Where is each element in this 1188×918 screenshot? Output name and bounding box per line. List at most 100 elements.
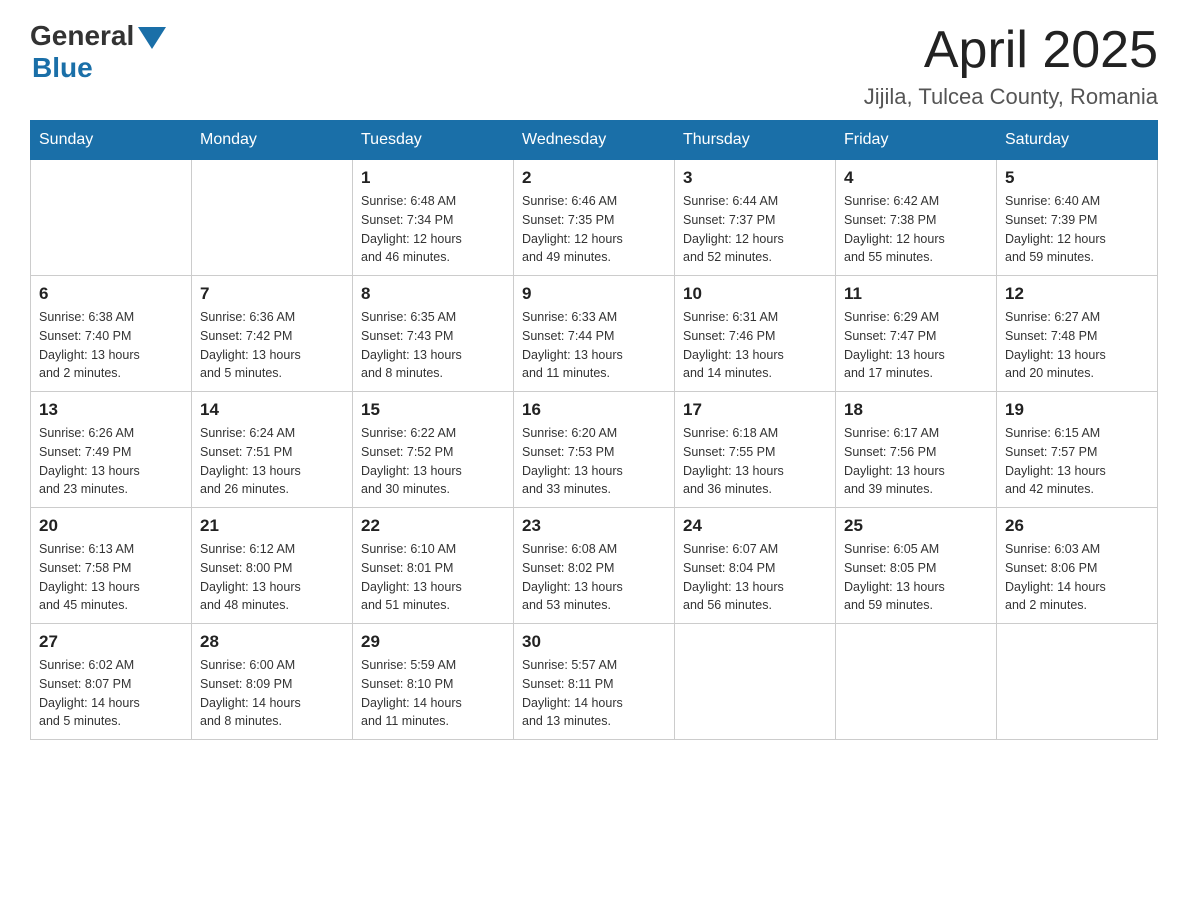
day-number: 6 [39, 284, 183, 304]
calendar-table: SundayMondayTuesdayWednesdayThursdayFrid… [30, 120, 1158, 740]
day-number: 3 [683, 168, 827, 188]
calendar-cell: 6 Sunrise: 6:38 AMSunset: 7:40 PMDaylight… [31, 276, 192, 392]
logo-blue-text: Blue [32, 52, 93, 84]
day-number: 10 [683, 284, 827, 304]
day-number: 8 [361, 284, 505, 304]
calendar-week-row: 20 Sunrise: 6:13 AMSunset: 7:58 PMDayligh… [31, 508, 1158, 624]
weekday-header-row: SundayMondayTuesdayWednesdayThursdayFrid… [31, 121, 1158, 160]
weekday-header-saturday: Saturday [997, 121, 1158, 160]
day-info: Sunrise: 5:57 AMSunset: 8:11 PMDaylight:… [522, 656, 666, 731]
day-number: 13 [39, 400, 183, 420]
day-number: 29 [361, 632, 505, 652]
day-number: 23 [522, 516, 666, 536]
day-number: 22 [361, 516, 505, 536]
calendar-cell: 25 Sunrise: 6:05 AMSunset: 8:05 PMDayligh… [836, 508, 997, 624]
calendar-cell: 21 Sunrise: 6:12 AMSunset: 8:00 PMDayligh… [192, 508, 353, 624]
calendar-cell: 7 Sunrise: 6:36 AMSunset: 7:42 PMDaylight… [192, 276, 353, 392]
calendar-cell: 9 Sunrise: 6:33 AMSunset: 7:44 PMDaylight… [514, 276, 675, 392]
day-info: Sunrise: 6:12 AMSunset: 8:00 PMDaylight:… [200, 540, 344, 615]
calendar-week-row: 6 Sunrise: 6:38 AMSunset: 7:40 PMDaylight… [31, 276, 1158, 392]
day-info: Sunrise: 6:00 AMSunset: 8:09 PMDaylight:… [200, 656, 344, 731]
day-number: 16 [522, 400, 666, 420]
day-info: Sunrise: 6:27 AMSunset: 7:48 PMDaylight:… [1005, 308, 1149, 383]
calendar-cell: 11 Sunrise: 6:29 AMSunset: 7:47 PMDayligh… [836, 276, 997, 392]
calendar-cell: 15Sunrise: 6:22 AMSunset: 7:52 PMDayligh… [353, 392, 514, 508]
day-info: Sunrise: 6:07 AMSunset: 8:04 PMDaylight:… [683, 540, 827, 615]
calendar-cell: 14 Sunrise: 6:24 AMSunset: 7:51 PMDayligh… [192, 392, 353, 508]
day-info: Sunrise: 6:24 AMSunset: 7:51 PMDaylight:… [200, 424, 344, 499]
weekday-header-monday: Monday [192, 121, 353, 160]
day-info: Sunrise: 6:33 AMSunset: 7:44 PMDaylight:… [522, 308, 666, 383]
calendar-cell: 24 Sunrise: 6:07 AMSunset: 8:04 PMDayligh… [675, 508, 836, 624]
day-number: 27 [39, 632, 183, 652]
day-info: Sunrise: 6:48 AMSunset: 7:34 PMDaylight:… [361, 192, 505, 267]
calendar-cell: 10 Sunrise: 6:31 AMSunset: 7:46 PMDayligh… [675, 276, 836, 392]
weekday-header-tuesday: Tuesday [353, 121, 514, 160]
day-number: 7 [200, 284, 344, 304]
day-info: Sunrise: 6:20 AMSunset: 7:53 PMDaylight:… [522, 424, 666, 499]
calendar-cell: 13 Sunrise: 6:26 AMSunset: 7:49 PMDayligh… [31, 392, 192, 508]
weekday-header-wednesday: Wednesday [514, 121, 675, 160]
day-number: 2 [522, 168, 666, 188]
calendar-cell: 29Sunrise: 5:59 AMSunset: 8:10 PMDayligh… [353, 624, 514, 740]
day-number: 28 [200, 632, 344, 652]
day-info: Sunrise: 6:10 AMSunset: 8:01 PMDaylight:… [361, 540, 505, 615]
logo-arrow-icon [138, 27, 166, 49]
day-number: 26 [1005, 516, 1149, 536]
day-number: 12 [1005, 284, 1149, 304]
day-info: Sunrise: 6:18 AMSunset: 7:55 PMDaylight:… [683, 424, 827, 499]
calendar-cell: 19Sunrise: 6:15 AMSunset: 7:57 PMDayligh… [997, 392, 1158, 508]
day-number: 14 [200, 400, 344, 420]
day-info: Sunrise: 6:22 AMSunset: 7:52 PMDaylight:… [361, 424, 505, 499]
calendar-cell: 8 Sunrise: 6:35 AMSunset: 7:43 PMDaylight… [353, 276, 514, 392]
day-number: 24 [683, 516, 827, 536]
location-title: Jijila, Tulcea County, Romania [864, 84, 1158, 110]
calendar-cell: 4 Sunrise: 6:42 AMSunset: 7:38 PMDaylight… [836, 160, 997, 276]
calendar-cell: 22 Sunrise: 6:10 AMSunset: 8:01 PMDayligh… [353, 508, 514, 624]
day-number: 4 [844, 168, 988, 188]
calendar-cell: 1Sunrise: 6:48 AMSunset: 7:34 PMDaylight… [353, 160, 514, 276]
calendar-cell [192, 160, 353, 276]
day-number: 19 [1005, 400, 1149, 420]
day-info: Sunrise: 6:40 AMSunset: 7:39 PMDaylight:… [1005, 192, 1149, 267]
day-info: Sunrise: 6:42 AMSunset: 7:38 PMDaylight:… [844, 192, 988, 267]
title-section: April 2025 Jijila, Tulcea County, Romani… [864, 20, 1158, 110]
day-number: 5 [1005, 168, 1149, 188]
day-info: Sunrise: 6:03 AMSunset: 8:06 PMDaylight:… [1005, 540, 1149, 615]
day-number: 11 [844, 284, 988, 304]
calendar-cell: 28 Sunrise: 6:00 AMSunset: 8:09 PMDayligh… [192, 624, 353, 740]
day-info: Sunrise: 6:08 AMSunset: 8:02 PMDaylight:… [522, 540, 666, 615]
logo-general-text: General [30, 20, 134, 52]
calendar-cell: 16 Sunrise: 6:20 AMSunset: 7:53 PMDayligh… [514, 392, 675, 508]
calendar-cell: 20 Sunrise: 6:13 AMSunset: 7:58 PMDayligh… [31, 508, 192, 624]
day-info: Sunrise: 6:17 AMSunset: 7:56 PMDaylight:… [844, 424, 988, 499]
calendar-cell: 23 Sunrise: 6:08 AMSunset: 8:02 PMDayligh… [514, 508, 675, 624]
day-info: Sunrise: 6:29 AMSunset: 7:47 PMDaylight:… [844, 308, 988, 383]
day-number: 21 [200, 516, 344, 536]
day-info: Sunrise: 6:05 AMSunset: 8:05 PMDaylight:… [844, 540, 988, 615]
weekday-header-thursday: Thursday [675, 121, 836, 160]
calendar-cell: 2Sunrise: 6:46 AMSunset: 7:35 PMDaylight… [514, 160, 675, 276]
calendar-cell [836, 624, 997, 740]
month-title: April 2025 [864, 20, 1158, 80]
day-info: Sunrise: 6:35 AMSunset: 7:43 PMDaylight:… [361, 308, 505, 383]
calendar-cell: 5 Sunrise: 6:40 AMSunset: 7:39 PMDaylight… [997, 160, 1158, 276]
calendar-week-row: 13 Sunrise: 6:26 AMSunset: 7:49 PMDayligh… [31, 392, 1158, 508]
day-number: 9 [522, 284, 666, 304]
calendar-cell: 27 Sunrise: 6:02 AMSunset: 8:07 PMDayligh… [31, 624, 192, 740]
weekday-header-sunday: Sunday [31, 121, 192, 160]
day-number: 17 [683, 400, 827, 420]
day-info: Sunrise: 6:36 AMSunset: 7:42 PMDaylight:… [200, 308, 344, 383]
calendar-week-row: 27 Sunrise: 6:02 AMSunset: 8:07 PMDayligh… [31, 624, 1158, 740]
calendar-cell: 12 Sunrise: 6:27 AMSunset: 7:48 PMDayligh… [997, 276, 1158, 392]
calendar-cell: 30Sunrise: 5:57 AMSunset: 8:11 PMDayligh… [514, 624, 675, 740]
calendar-cell: 26 Sunrise: 6:03 AMSunset: 8:06 PMDayligh… [997, 508, 1158, 624]
day-number: 20 [39, 516, 183, 536]
day-number: 25 [844, 516, 988, 536]
calendar-cell [675, 624, 836, 740]
day-info: Sunrise: 6:13 AMSunset: 7:58 PMDaylight:… [39, 540, 183, 615]
day-info: Sunrise: 6:02 AMSunset: 8:07 PMDaylight:… [39, 656, 183, 731]
day-info: Sunrise: 6:31 AMSunset: 7:46 PMDaylight:… [683, 308, 827, 383]
day-info: Sunrise: 6:26 AMSunset: 7:49 PMDaylight:… [39, 424, 183, 499]
day-info: Sunrise: 6:38 AMSunset: 7:40 PMDaylight:… [39, 308, 183, 383]
